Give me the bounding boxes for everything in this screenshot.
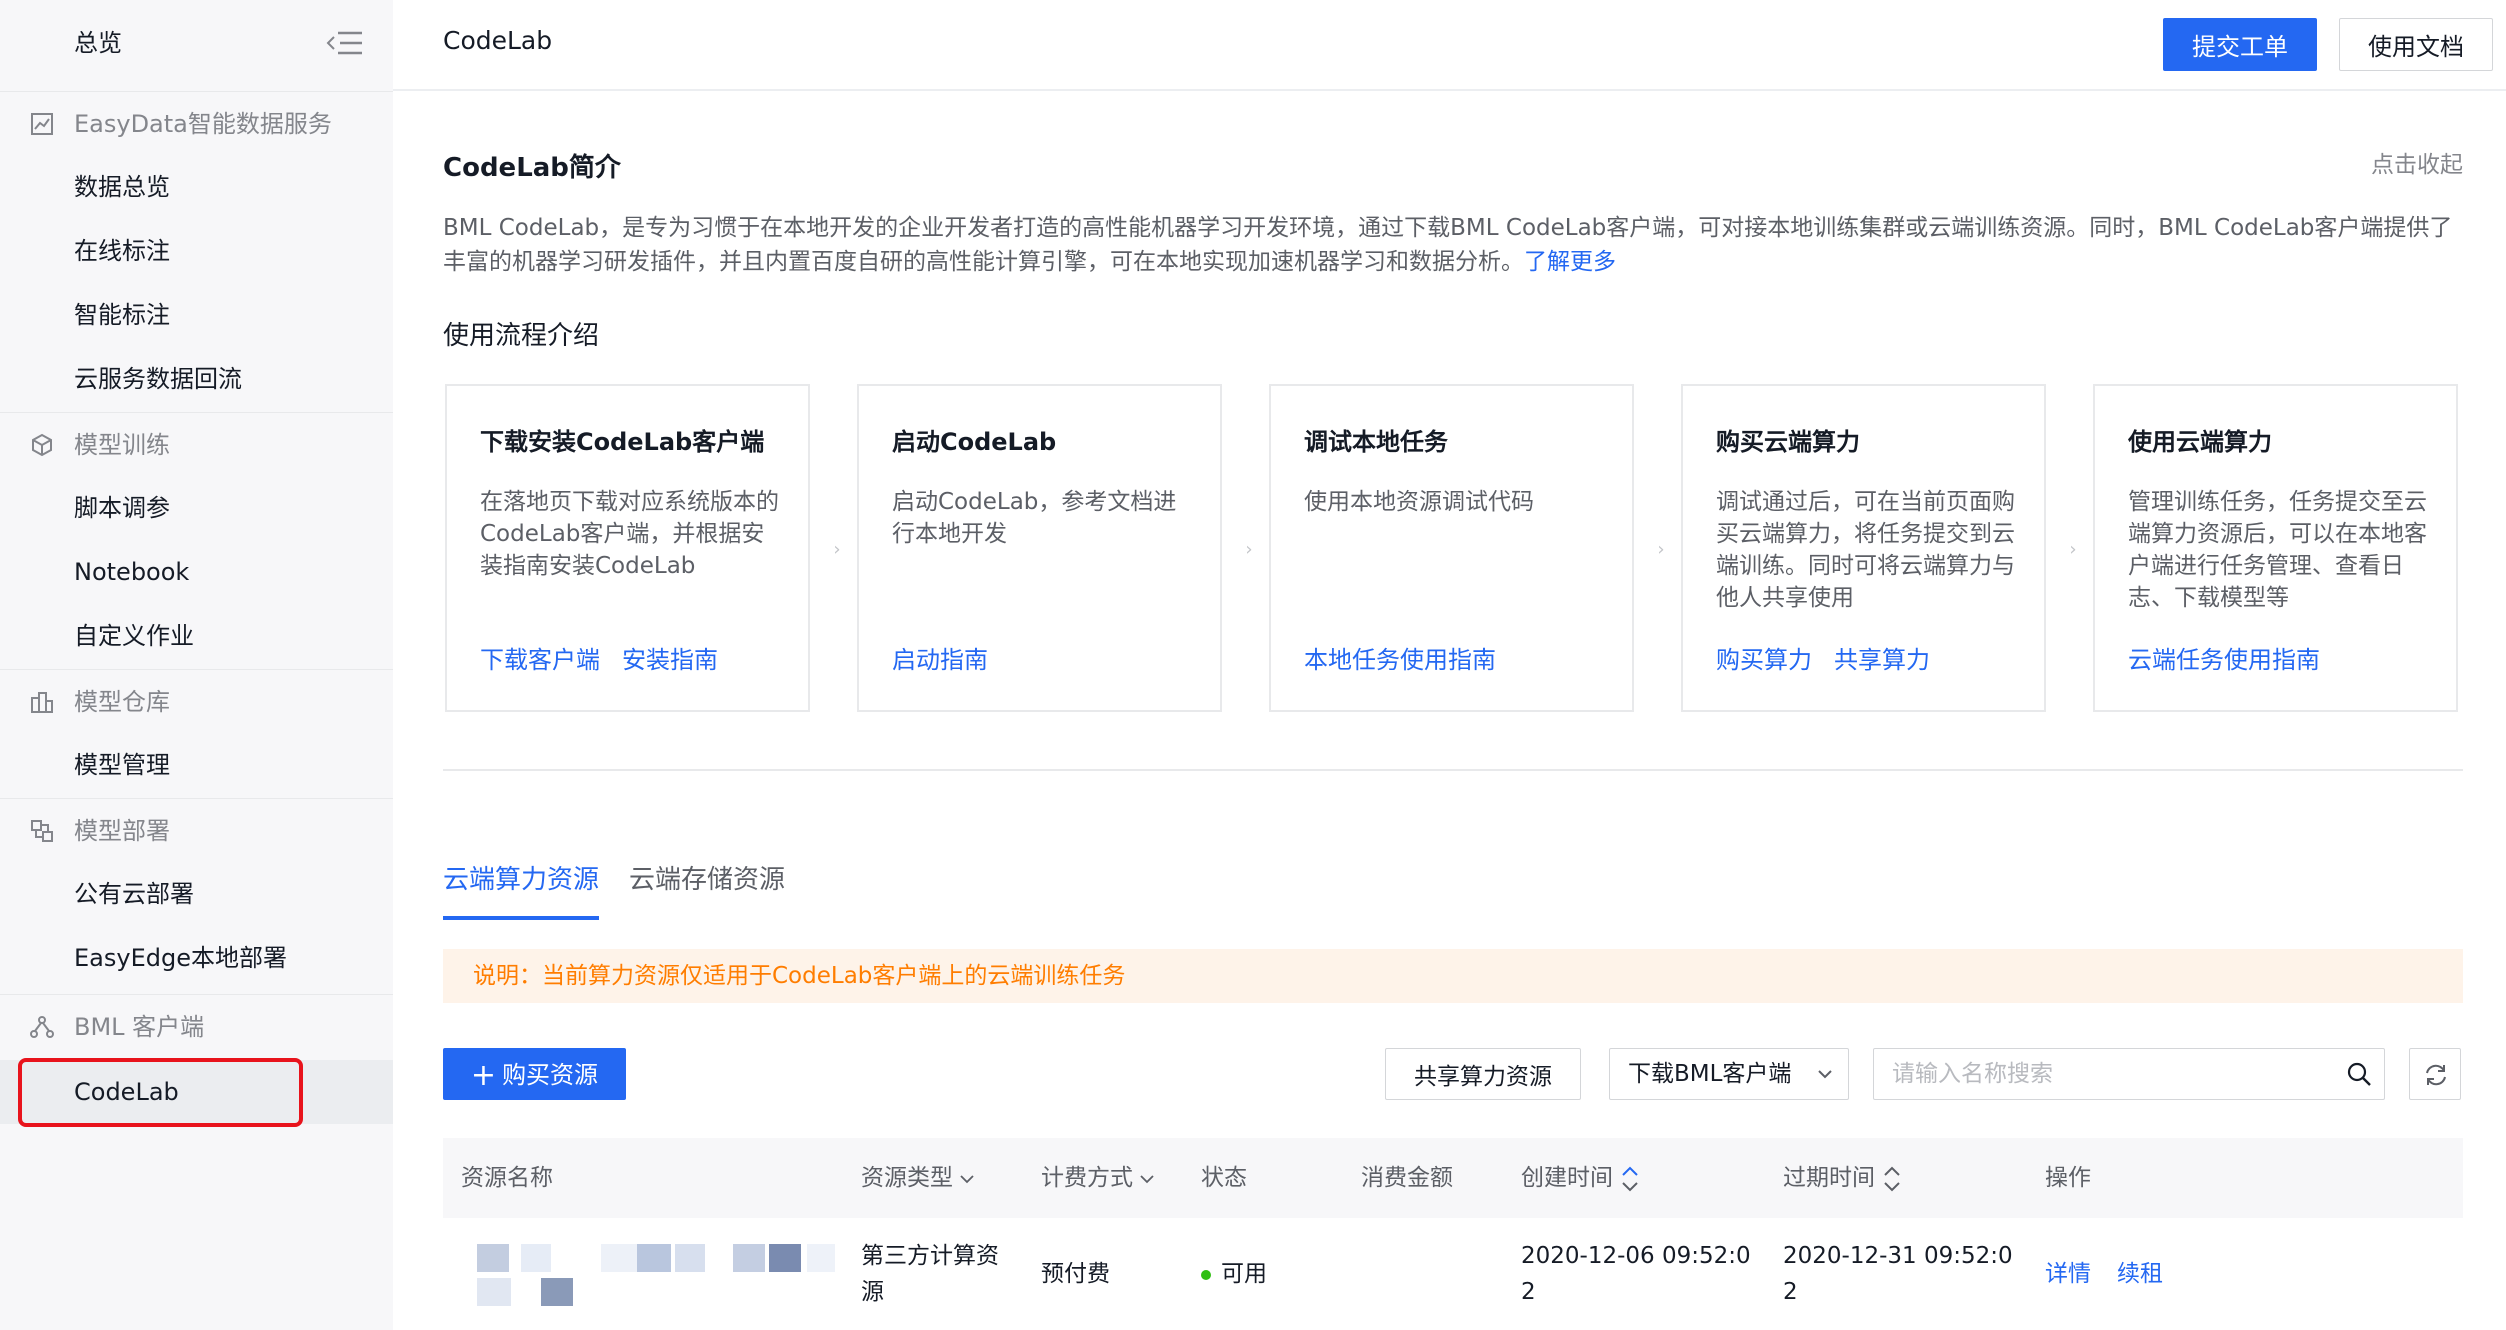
- local-task-guide-link[interactable]: 本地任务使用指南: [1304, 646, 1496, 674]
- step-card-launch: 启动CodeLab 启动CodeLab，参考文档进行本地开发 启动指南: [857, 384, 1222, 712]
- step-card-debug: 调试本地任务 使用本地资源调试代码 本地任务使用指南: [1269, 384, 1634, 712]
- notice-banner: 说明：当前算力资源仅适用于CodeLab客户端上的云端训练任务: [443, 949, 2463, 1003]
- docs-button[interactable]: 使用文档: [2339, 18, 2493, 71]
- buy-compute-link[interactable]: 购买算力: [1716, 646, 1812, 674]
- search-icon[interactable]: [2346, 1061, 2372, 1087]
- col-name: 资源名称: [461, 1165, 553, 1191]
- blurred-resource-name: [477, 1242, 837, 1312]
- step-title: 使用云端算力: [2128, 428, 2272, 456]
- sidebar-item-public-cloud-deploy[interactable]: 公有云部署: [0, 862, 393, 926]
- sidebar-item-smart-label[interactable]: 智能标注: [0, 283, 393, 347]
- table-row: 第三方计算资源 预付费 可用 2020-12-06 09:52:0 2 2020-…: [443, 1218, 2463, 1330]
- sidebar-item-custom-job[interactable]: 自定义作业: [0, 604, 393, 668]
- divider: [443, 769, 2463, 771]
- step-title: 购买云端算力: [1716, 428, 1860, 456]
- sidebar: 总览 EasyData智能数据服务 数据总览 在线标注 智能标注 云服务数据回流…: [0, 0, 393, 1330]
- share-compute-button[interactable]: 共享算力资源: [1385, 1048, 1581, 1100]
- step-desc: 启动CodeLab，参考文档进行本地开发: [892, 489, 1177, 547]
- buy-resource-button[interactable]: + 购买资源: [443, 1048, 626, 1100]
- step-desc: 使用本地资源调试代码: [1304, 489, 1534, 515]
- cell-expires: 2020-12-31 09:52:0 2: [1783, 1243, 2013, 1305]
- col-status: 状态: [1201, 1165, 1247, 1191]
- sidebar-item-model-manage[interactable]: 模型管理: [0, 733, 393, 797]
- main-content: CodeLab简介 点击收起 BML CodeLab，是专为习惯于在本地开发的企…: [393, 93, 2506, 1330]
- sidebar-group-model-training: 模型训练: [0, 412, 393, 476]
- sort-icon: [1622, 1166, 1638, 1191]
- col-amount: 消费金额: [1361, 1165, 1453, 1191]
- chevron-down-icon: [960, 1174, 974, 1183]
- sidebar-item-notebook[interactable]: Notebook: [0, 540, 393, 604]
- launch-guide-link[interactable]: 启动指南: [892, 646, 988, 674]
- chevron-right-icon: ›: [1657, 539, 1665, 560]
- sidebar-group-easydata: EasyData智能数据服务: [0, 91, 393, 155]
- search-input[interactable]: [1874, 1049, 2324, 1099]
- chevron-right-icon: ›: [833, 539, 841, 560]
- chevron-right-icon: ›: [1245, 539, 1253, 560]
- col-created[interactable]: 创建时间: [1521, 1138, 1641, 1218]
- step-desc: 在落地页下载对应系统版本的CodeLab客户端，并根据安装指南安装CodeLab: [480, 489, 779, 579]
- cell-created: 2020-12-06 09:52:0 2: [1521, 1243, 1751, 1305]
- download-client-dropdown[interactable]: 下载BML客户端: [1609, 1048, 1849, 1100]
- step-title: 启动CodeLab: [892, 428, 1057, 456]
- col-actions: 操作: [2045, 1165, 2091, 1191]
- chevron-down-icon: [1818, 1070, 1832, 1079]
- sidebar-group-bml-client: BML 客户端: [0, 994, 393, 1058]
- download-client-link[interactable]: 下载客户端: [480, 646, 600, 674]
- refresh-icon: [2426, 1064, 2446, 1086]
- sidebar-item-codelab[interactable]: CodeLab: [0, 1060, 393, 1124]
- chevron-down-icon: [1140, 1174, 1154, 1183]
- deploy-icon: [31, 820, 53, 842]
- warehouse-icon: [31, 692, 53, 713]
- submit-ticket-button[interactable]: 提交工单: [2163, 18, 2317, 71]
- learn-more-link[interactable]: 了解更多: [1524, 249, 1616, 275]
- step-card-download: 下载安装CodeLab客户端 在落地页下载对应系统版本的CodeLab客户端，并…: [445, 384, 810, 712]
- collapse-link[interactable]: 点击收起: [2363, 145, 2463, 179]
- sidebar-item-data-reflow[interactable]: 云服务数据回流: [0, 347, 393, 411]
- cell-actions: 详情 续租: [2045, 1256, 2189, 1292]
- step-title: 调试本地任务: [1304, 428, 1448, 456]
- chart-icon: [31, 113, 53, 135]
- tab-cloud-storage[interactable]: 云端存储资源: [629, 859, 785, 896]
- sidebar-item-script-tuning[interactable]: 脚本调参: [0, 476, 393, 540]
- detail-link[interactable]: 详情: [2045, 1261, 2091, 1287]
- share-compute-link[interactable]: 共享算力: [1834, 646, 1930, 674]
- page-title: CodeLab: [443, 26, 553, 55]
- header: CodeLab 提交工单 使用文档: [393, 0, 2506, 91]
- sidebar-item-data-overview[interactable]: 数据总览: [0, 155, 393, 219]
- col-billing[interactable]: 计费方式: [1041, 1138, 1155, 1218]
- cell-type: 第三方计算资源: [861, 1243, 999, 1305]
- sort-icon: [1884, 1166, 1900, 1191]
- sidebar-item-easyedge-deploy[interactable]: EasyEdge本地部署: [0, 926, 393, 990]
- install-guide-link[interactable]: 安装指南: [622, 646, 718, 674]
- collapse-menu-icon[interactable]: [326, 30, 364, 56]
- table-header: 资源名称 资源类型 计费方式 状态 消费金额 创建时间 过期时间 操作: [443, 1138, 2463, 1218]
- step-card-buy-compute: 购买云端算力 调试通过后，可在当前页面购买云端算力，将任务提交到云端训练。同时可…: [1681, 384, 2046, 712]
- search-box: [1873, 1048, 2385, 1100]
- client-icon: [30, 1016, 54, 1038]
- plus-icon: +: [470, 1058, 497, 1093]
- tab-cloud-compute[interactable]: 云端算力资源: [443, 859, 600, 920]
- sidebar-item-online-label[interactable]: 在线标注: [0, 219, 393, 283]
- cell-status: 可用: [1201, 1256, 1267, 1292]
- col-expires[interactable]: 过期时间: [1783, 1138, 1903, 1218]
- col-type[interactable]: 资源类型: [861, 1138, 975, 1218]
- intro-title: CodeLab简介: [443, 153, 621, 183]
- step-title: 下载安装CodeLab客户端: [480, 428, 765, 456]
- chevron-right-icon: ›: [2069, 539, 2077, 560]
- cloud-task-guide-link[interactable]: 云端任务使用指南: [2128, 646, 2320, 674]
- step-desc: 调试通过后，可在当前页面购买云端算力，将任务提交到云端训练。同时可将云端算力与他…: [1716, 489, 2015, 611]
- step-card-use-compute: 使用云端算力 管理训练任务，任务提交至云端算力资源后，可以在本地客户端进行任务管…: [2093, 384, 2458, 712]
- cell-billing: 预付费: [1041, 1261, 1110, 1287]
- intro-description: BML CodeLab，是专为习惯于在本地开发的企业开发者打造的高性能机器学习开…: [443, 215, 2453, 275]
- refresh-button[interactable]: [2409, 1048, 2461, 1100]
- status-dot-icon: [1201, 1269, 1211, 1280]
- renew-link[interactable]: 续租: [2117, 1261, 2163, 1287]
- sidebar-group-model-deploy: 模型部署: [0, 798, 393, 862]
- cube-icon: [32, 433, 52, 457]
- flow-title: 使用流程介绍: [443, 321, 600, 351]
- sidebar-group-model-repo: 模型仓库: [0, 669, 393, 733]
- step-desc: 管理训练任务，任务提交至云端算力资源后，可以在本地客户端进行任务管理、查看日志、…: [2128, 489, 2427, 611]
